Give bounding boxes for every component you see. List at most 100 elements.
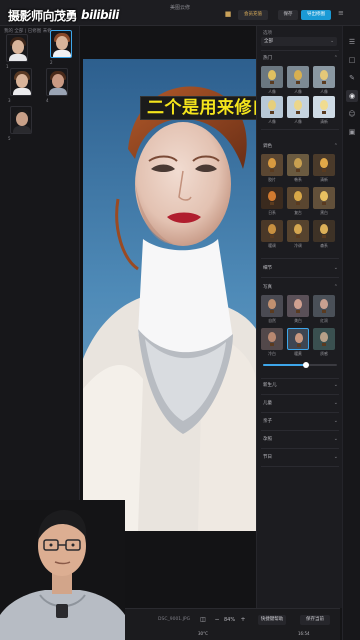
detail-section-label: 细节 <box>263 266 272 271</box>
chevron-up-icon[interactable]: ⌃ <box>334 55 338 61</box>
portrait-photo[interactable] <box>83 59 256 531</box>
chevron-down-icon: ⌄ <box>330 39 334 44</box>
slider-fill <box>263 364 306 366</box>
chevron-down-icon[interactable]: ⌄ <box>334 436 338 442</box>
thumbnail-3[interactable] <box>10 68 32 96</box>
preset-label: 黑白 <box>320 210 328 215</box>
menu-icon[interactable]: ≡ <box>338 9 344 17</box>
chevron-down-icon[interactable]: ⌄ <box>334 382 338 388</box>
preset-thumbnail-selected[interactable] <box>287 328 309 350</box>
intensity-slider[interactable] <box>263 362 337 368</box>
preset-label: 清新 <box>320 119 328 124</box>
adjust-icon[interactable]: ☰ <box>346 36 358 48</box>
chevron-down-icon[interactable]: ⌄ <box>334 265 338 271</box>
grading-section-label: 调色 <box>263 144 272 149</box>
zoom-level[interactable]: 84% <box>224 617 235 623</box>
preset-label: 自然 <box>268 318 276 323</box>
preset-label: 人像 <box>320 89 328 94</box>
preset-thumbnail[interactable] <box>261 187 283 209</box>
thumbnail-5[interactable] <box>10 106 32 134</box>
watermark-text: 摄影师向茂勇 <box>8 8 78 23</box>
preset-label: 日系 <box>268 210 276 215</box>
preset-thumbnail[interactable] <box>261 154 283 176</box>
zoom-out-icon[interactable]: − <box>212 615 222 625</box>
adjustment-panel: 选项 全部 ⌄ 热门 ⌃ 人像 人像 人像 人像 人像 清新 调色 ⌃ 胶片 韩… <box>256 26 342 608</box>
chevron-up-icon[interactable]: ⌃ <box>334 284 338 290</box>
hot-section-label: 热门 <box>263 56 272 61</box>
preset-thumbnail[interactable] <box>287 295 309 317</box>
chevron-up-icon[interactable]: ⌃ <box>334 143 338 149</box>
save-button[interactable]: 保存 <box>278 10 298 20</box>
divider <box>261 430 339 431</box>
preset-thumbnail[interactable] <box>261 295 283 317</box>
section-family[interactable]: 亲子 <box>263 418 272 424</box>
preset-thumbnail[interactable] <box>261 66 283 88</box>
portrait-icon[interactable]: ☺ <box>346 108 358 120</box>
thumbnail-number: 3 <box>8 98 11 103</box>
section-newborn[interactable]: 新生儿 <box>263 382 277 388</box>
export-button[interactable]: 导出修图 <box>301 10 331 20</box>
channel-watermark: 摄影师向茂勇 bilibili <box>8 6 119 24</box>
preset-label: 人像 <box>268 119 276 124</box>
preset-thumbnail[interactable] <box>287 96 309 118</box>
brush-icon[interactable]: ✎ <box>346 72 358 84</box>
presenter-webcam <box>0 500 125 640</box>
divider <box>261 258 339 259</box>
thumbnail-1[interactable] <box>6 34 28 62</box>
preset-thumbnail[interactable] <box>261 220 283 242</box>
preset-thumbnail[interactable] <box>313 187 335 209</box>
preset-label: 胶片 <box>268 177 276 182</box>
preset-label: 人像 <box>294 89 302 94</box>
preset-thumbnail[interactable] <box>287 154 309 176</box>
clock: 16:54 <box>298 631 310 636</box>
preset-thumbnail[interactable] <box>287 66 309 88</box>
preset-thumbnail[interactable] <box>287 220 309 242</box>
section-maternity[interactable]: 孕照 <box>263 436 272 442</box>
section-holiday[interactable]: 节日 <box>263 454 272 460</box>
preset-label: 复古 <box>294 210 302 215</box>
slider-knob[interactable] <box>303 362 309 368</box>
file-name: DSC_9001.JPG <box>158 617 191 622</box>
divider <box>261 448 339 449</box>
chevron-down-icon[interactable]: ⌄ <box>334 418 338 424</box>
preset-label: 森系 <box>320 243 328 248</box>
thumbnail-number: 5 <box>8 136 11 141</box>
preset-thumbnail[interactable] <box>261 328 283 350</box>
cpu-temp: 30°C <box>198 631 208 636</box>
scope-label: 选项 <box>263 31 272 36</box>
chevron-down-icon[interactable]: ⌄ <box>334 400 338 406</box>
divider <box>261 277 339 278</box>
crop-icon[interactable]: □ <box>346 54 358 66</box>
preset-thumbnail[interactable] <box>313 220 335 242</box>
preset-thumbnail[interactable] <box>313 66 335 88</box>
tool-rail: ☰ □ ✎ ◉ ☺ ▣ <box>342 26 360 640</box>
filter-icon[interactable]: ◉ <box>346 90 358 102</box>
preset-thumbnail[interactable] <box>313 96 335 118</box>
chevron-down-icon[interactable]: ⌄ <box>334 454 338 460</box>
preset-thumbnail[interactable] <box>313 295 335 317</box>
gift-icon[interactable]: ■ <box>224 9 232 19</box>
divider <box>261 129 339 130</box>
zoom-in-icon[interactable]: + <box>238 615 248 625</box>
fit-screen-icon[interactable]: ◫ <box>198 615 208 625</box>
vip-recharge-button[interactable]: 会员充值 <box>238 10 268 20</box>
preset-label: 质感 <box>320 351 328 356</box>
thumbnail-4[interactable] <box>46 68 68 96</box>
preset-thumbnail[interactable] <box>313 154 335 176</box>
divider <box>261 466 339 467</box>
preset-label: 人像 <box>268 89 276 94</box>
thumbnail-number: 2 <box>50 60 53 65</box>
preset-label: 美白 <box>294 318 302 323</box>
save-current-button[interactable]: 保存当前 <box>300 615 330 625</box>
section-children[interactable]: 儿童 <box>263 400 272 406</box>
preset-label: 冷白 <box>268 351 276 356</box>
scope-select[interactable]: 全部 ⌄ <box>261 37 337 46</box>
preset-thumbnail[interactable] <box>313 328 335 350</box>
divider <box>261 50 339 51</box>
thumbnail-2[interactable] <box>50 30 72 58</box>
layers-icon[interactable]: ▣ <box>346 126 358 138</box>
bilibili-logo: bilibili <box>81 8 119 22</box>
preset-thumbnail[interactable] <box>287 187 309 209</box>
preset-thumbnail[interactable] <box>261 96 283 118</box>
shortcut-help-button[interactable]: 快捷键帮助 <box>258 615 286 625</box>
